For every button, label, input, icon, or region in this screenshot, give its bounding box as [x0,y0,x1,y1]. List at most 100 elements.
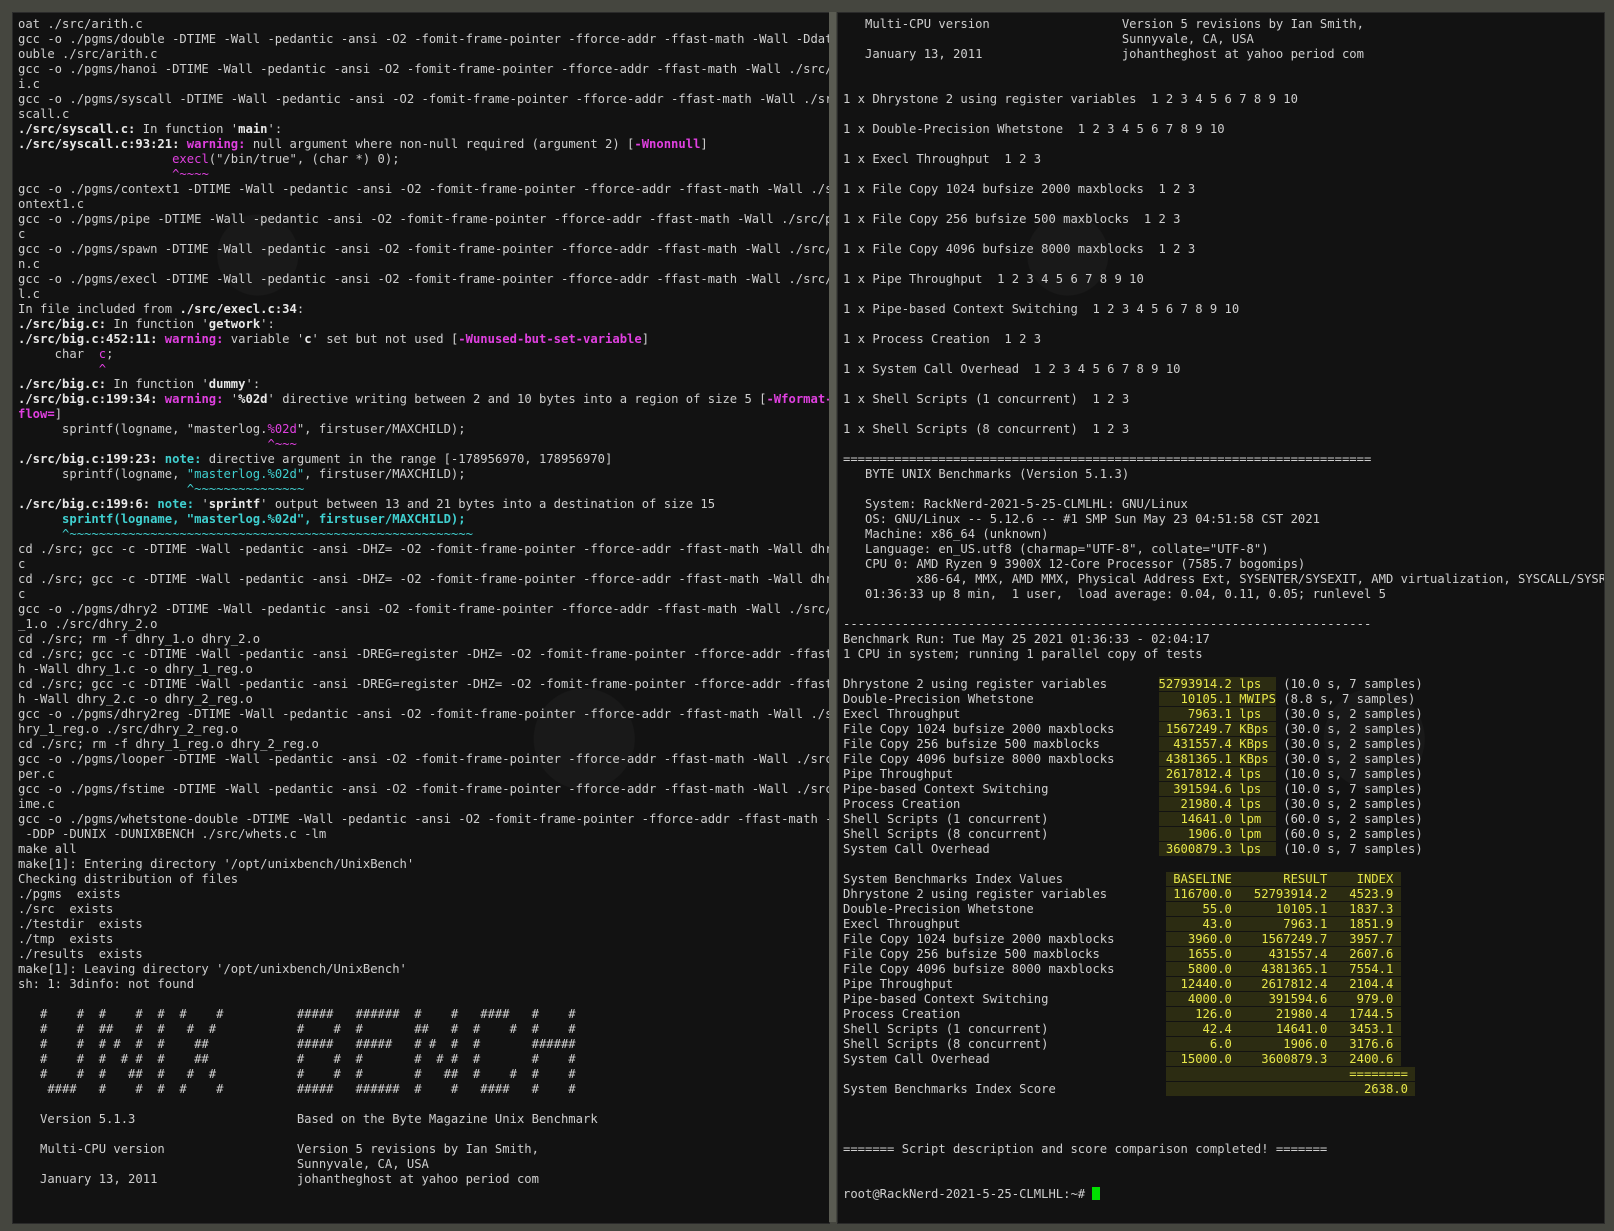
terminal-line: ouble ./src/arith.c [18,47,829,62]
terminal-line: sprintf(logname, "masterlog.%02d", first… [18,422,829,437]
terminal-text: Sunnyvale, CA, USA [843,32,1254,46]
terminal-text: ' output between 13 and 21 bytes into a … [260,497,716,511]
terminal-text: ./src/syscall.c: [18,122,136,136]
terminal-line: ./src/big.c:199:6: note: 'sprintf' outpu… [18,497,829,512]
terminal-line: # # # ## # # # # # # # ## # # # # [18,1067,829,1082]
pane-divider[interactable] [829,12,836,1222]
terminal-line: System: RackNerd-2021-5-25-CLMLHL: GNU/L… [843,497,1604,512]
terminal-line: ./src/big.c: In function 'dummy': [18,377,829,392]
terminal-text: File Copy 4096 bufsize 8000 maxblocks [843,962,1166,976]
terminal-text: null argument where non-null required (a… [245,137,635,151]
terminal-text: 52793914.2 lps [1158,677,1276,691]
terminal-text: ("/bin/true", (char *) 0); [208,152,400,166]
terminal-text: January 13, 2011 johantheghost at yahoo … [843,47,1364,61]
terminal-line: 1 CPU in system; running 1 parallel copy… [843,647,1604,662]
terminal-text: System Call Overhead [843,842,1159,856]
terminal-text: 431557.4 KBps [1158,737,1276,751]
terminal-text: Process Creation [843,797,1159,811]
terminal-text: ./src exists [18,902,114,916]
terminal-text: ' [194,497,209,511]
terminal-text: 1655.0 431557.4 2607.6 [1165,947,1401,961]
terminal-text: ======== [1165,1067,1416,1081]
terminal-text: -Wunused-but-set-variable [458,332,642,346]
terminal-line: File Copy 1024 bufsize 2000 maxblocks 15… [843,722,1604,737]
terminal-line: Process Creation 126.0 21980.4 1744.5 [843,1007,1604,1022]
terminal-line: gcc -o ./pgms/whetstone-double -DTIME -W… [18,812,829,827]
terminal-text: sprintf(logname, [18,467,187,481]
terminal-line: gcc -o ./pgms/looper -DTIME -Wall -pedan… [18,752,829,767]
terminal-text: CPU 0: AMD Ryzen 9 3900X 12-Core Process… [843,557,1306,571]
terminal-text: flow= [18,407,55,421]
terminal-text: Execl Throughput [843,917,1166,931]
right-terminal-output: Multi-CPU version Version 5 revisions by… [843,17,1604,1202]
terminal-line: make all [18,842,829,857]
terminal-line: ./src/big.c: In function 'getwork': [18,317,829,332]
terminal-line: Shell Scripts (8 concurrent) 1906.0 lpm … [843,827,1604,842]
terminal-text: (10.0 s, 7 samples) [1275,767,1423,781]
terminal-line: ======== [843,1067,1604,1082]
terminal-text: warning: [164,332,224,346]
terminal-line: File Copy 4096 bufsize 8000 maxblocks 58… [843,962,1604,977]
terminal-text: Double-Precision Whetstone [843,902,1166,916]
terminal-text: getwork [208,317,261,331]
terminal-line: 1 x Double-Precision Whetstone 1 2 3 4 5… [843,122,1604,137]
terminal-text: Sunnyvale, CA, USA [18,1157,429,1171]
terminal-line: _1.o ./src/dhry_2.o [18,617,829,632]
terminal-text: ^~~~~~~~~~~~~~~~~~~~~~~~~~~~~~~~~~~~~~~~… [62,527,473,541]
terminal-text: In function ' [106,317,209,331]
terminal-text: # # # # # # ## ##### ##### # # # # #####… [18,1037,576,1051]
terminal-line: 1 x Pipe Throughput 1 2 3 4 5 6 7 8 9 10 [843,272,1604,287]
terminal-text: Shell Scripts (1 concurrent) [843,1022,1166,1036]
left-terminal-pane[interactable]: oat ./src/arith.c gcc -o ./pgms/double -D… [12,12,830,1224]
terminal-line: File Copy 256 bufsize 500 maxblocks 1655… [843,947,1604,962]
terminal-line: h -Wall dhry_2.c -o dhry_2_reg.o [18,692,829,707]
terminal-text: 1 x File Copy 4096 bufsize 8000 maxblock… [843,242,1196,256]
terminal-text: Checking distribution of files [18,872,239,886]
terminal-text: 1 CPU in system; running 1 parallel copy… [843,647,1203,661]
terminal-line: January 13, 2011 johantheghost at yahoo … [18,1172,829,1187]
terminal-text: # # # ## # # # # # # # ## # # # # [18,1067,576,1081]
terminal-line: gcc -o ./pgms/syscall -DTIME -Wall -peda… [18,92,829,107]
terminal-text: ./testdir exists [18,917,143,931]
terminal-text: 1 x Double-Precision Whetstone 1 2 3 4 5… [843,122,1225,136]
terminal-line: 01:36:33 up 8 min, 1 user, load average:… [843,587,1604,602]
terminal-text: scall.c [18,107,70,121]
terminal-text: -Wnonnull [634,137,701,151]
terminal-text: Process Creation [843,1007,1166,1021]
terminal-text: ./results exists [18,947,143,961]
terminal-line: #### # # # # # ##### ###### # # #### # # [18,1082,829,1097]
terminal-text: cd ./src; gcc -c -DTIME -Wall -pedantic … [18,647,830,661]
terminal-line: scall.c [18,107,829,122]
terminal-line: January 13, 2011 johantheghost at yahoo … [843,47,1604,62]
right-terminal-pane[interactable]: Multi-CPU version Version 5 revisions by… [837,12,1605,1224]
terminal-line: 1 x File Copy 256 bufsize 500 maxblocks … [843,212,1604,227]
terminal-text: 4381365.1 KBps [1158,752,1276,766]
terminal-text: (30.0 s, 2 samples) [1275,737,1423,751]
terminal-text: note: [164,452,202,466]
terminal-line: cd ./src; gcc -c -DTIME -Wall -pedantic … [18,572,829,587]
terminal-text: ^~~~~ [172,167,209,181]
terminal-text: gcc -o ./pgms/hanoi -DTIME -Wall -pedant… [18,62,830,76]
terminal-text: l.c [18,287,41,301]
terminal-line: gcc -o ./pgms/context1 -DTIME -Wall -ped… [18,182,829,197]
terminal-line: 1 x Pipe-based Context Switching 1 2 3 4… [843,302,1604,317]
left-terminal-output: oat ./src/arith.c gcc -o ./pgms/double -D… [18,17,830,1187]
terminal-text: gcc -o ./pgms/spawn -DTIME -Wall -pedant… [18,242,830,256]
terminal-line: 1 x Shell Scripts (1 concurrent) 1 2 3 [843,392,1604,407]
terminal-text: 1 x File Copy 256 bufsize 500 maxblocks … [843,212,1181,226]
